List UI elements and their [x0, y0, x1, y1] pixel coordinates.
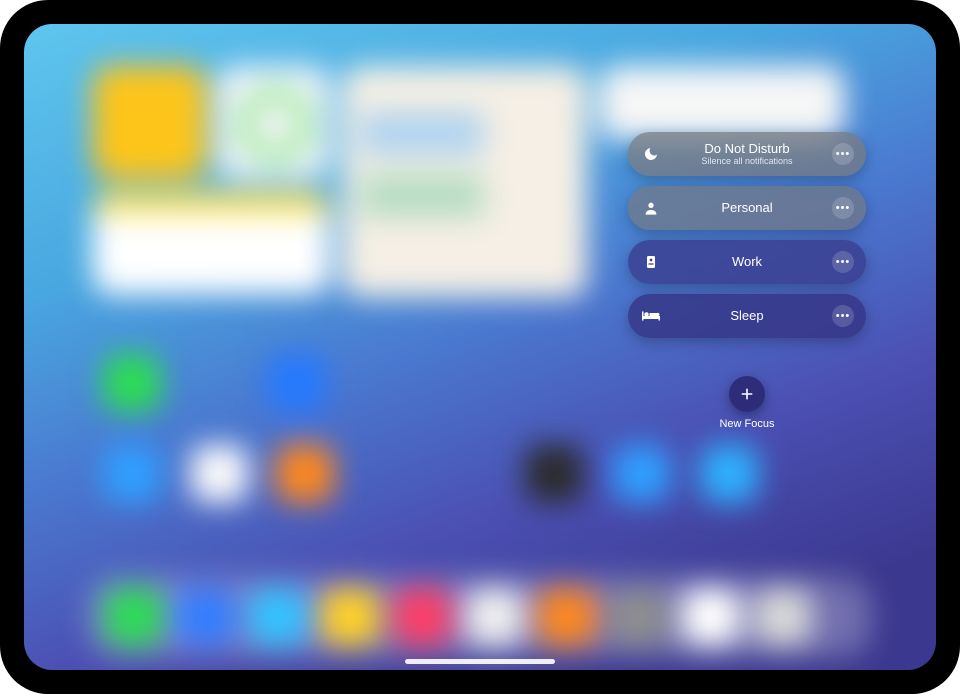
focus-mode-label: Work	[662, 255, 832, 269]
plus-icon	[729, 376, 765, 412]
dock-app-icon	[466, 588, 524, 646]
focus-panel: Do Not Disturb Silence all notifications…	[628, 132, 866, 430]
app-icon	[268, 354, 326, 412]
focus-mode-sleep[interactable]: Sleep •••	[628, 294, 866, 338]
focus-mode-label: Do Not Disturb Silence all notifications	[662, 142, 832, 166]
device-frame: Do Not Disturb Silence all notifications…	[0, 0, 960, 694]
new-focus-button[interactable]: New Focus	[719, 376, 774, 430]
new-focus-label: New Focus	[719, 418, 774, 430]
focus-mode-work[interactable]: Work •••	[628, 240, 866, 284]
dock-app-icon	[393, 588, 451, 646]
battery-widget	[216, 66, 329, 179]
app-icon	[525, 445, 583, 503]
focus-mode-do-not-disturb[interactable]: Do Not Disturb Silence all notifications…	[628, 132, 866, 176]
dock-app-icon	[538, 588, 596, 646]
dock-app-icon	[682, 588, 740, 646]
app-icon	[103, 354, 161, 412]
app-icon	[613, 445, 671, 503]
moon-icon	[640, 143, 662, 165]
app-icon	[276, 445, 334, 503]
dock-app-icon	[249, 588, 307, 646]
focus-mode-label: Sleep	[662, 309, 832, 323]
dock-app-icon	[321, 588, 379, 646]
dock	[89, 577, 872, 657]
notes-widget	[93, 66, 206, 179]
dock-app-icon	[105, 588, 163, 646]
more-options-button[interactable]: •••	[832, 197, 854, 219]
calendar-widget	[599, 66, 844, 140]
more-options-button[interactable]: •••	[832, 305, 854, 327]
app-icon	[191, 445, 249, 503]
app-icon	[103, 445, 161, 503]
reminders-widget-large	[342, 66, 587, 298]
dock-app-icon	[610, 588, 668, 646]
reminders-widget	[93, 191, 330, 294]
bed-icon	[640, 305, 662, 327]
home-indicator[interactable]	[405, 659, 555, 664]
dock-app-icon	[754, 588, 812, 646]
more-options-button[interactable]: •••	[832, 143, 854, 165]
more-options-button[interactable]: •••	[832, 251, 854, 273]
dock-app-icon	[177, 588, 235, 646]
badge-icon	[640, 251, 662, 273]
app-icon	[700, 445, 758, 503]
focus-mode-personal[interactable]: Personal •••	[628, 186, 866, 230]
person-icon	[640, 197, 662, 219]
focus-mode-label: Personal	[662, 201, 832, 215]
screen: Do Not Disturb Silence all notifications…	[24, 24, 936, 670]
